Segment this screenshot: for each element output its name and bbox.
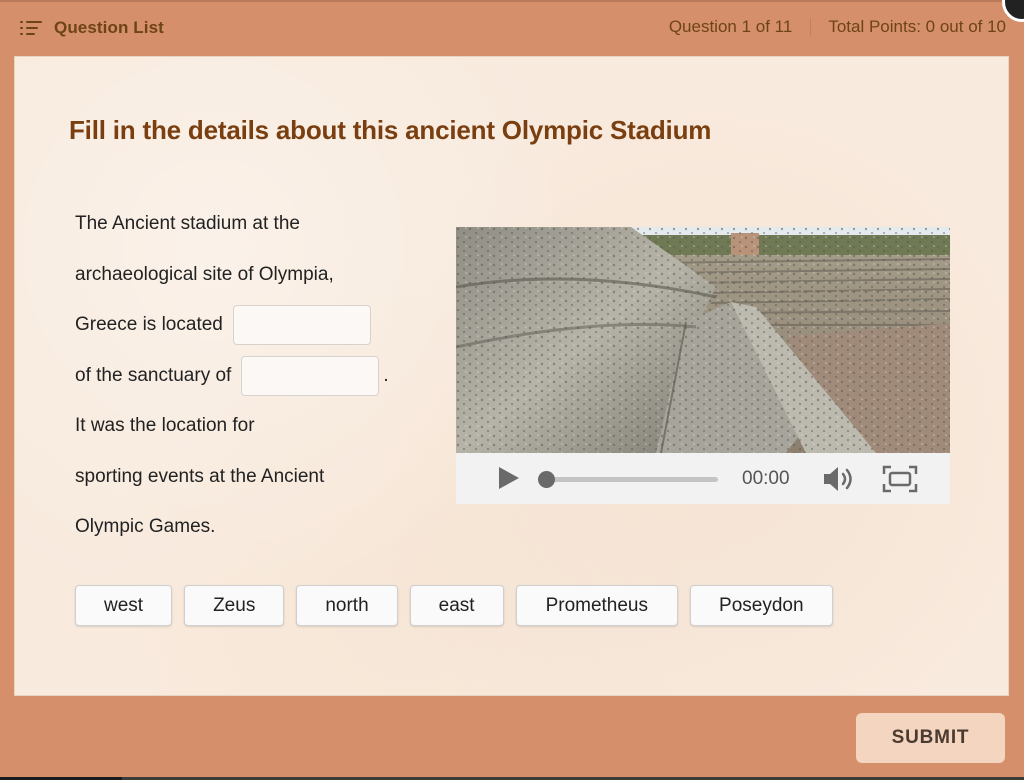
blank-drop-zone-1[interactable] [232, 305, 371, 346]
question-counter: Question 1 of 11 [668, 17, 793, 36]
fullscreen-icon[interactable] [882, 465, 918, 493]
question-panel: Fill in the details about this ancient O… [14, 56, 1009, 696]
passage-text: It was the location for [75, 415, 255, 437]
header-divider [810, 18, 812, 36]
stadium-video-frame[interactable] [456, 227, 950, 453]
video-controls: 00:00 [456, 453, 950, 504]
video-player: 00:00 [456, 227, 950, 504]
seek-handle[interactable] [538, 471, 555, 488]
blank-drop-zone-2[interactable] [241, 355, 380, 396]
quiz-header: Question List Question 1 of 11 Total Poi… [0, 0, 1024, 56]
progress-info: Question 1 of 11 Total Points: 0 out of … [669, 17, 1006, 37]
total-points: Total Points: 0 out of 10 [828, 17, 1006, 36]
question-title: Fill in the details about this ancient O… [69, 115, 712, 145]
question-passage: The Ancient stadium at the archaeologica… [75, 199, 435, 553]
question-list-button[interactable]: Question List [20, 16, 164, 40]
passage-text: sporting events at the Ancient [75, 465, 325, 487]
passage-text: Greece is located [75, 314, 223, 336]
passage-line: archaeological site of Olympia, [75, 250, 435, 301]
seek-slider[interactable] [538, 471, 718, 488]
passage-line: Greece is located [75, 300, 435, 351]
volume-icon[interactable] [822, 465, 854, 493]
answer-choices: west Zeus north east Prometheus Poseydon [75, 585, 845, 626]
choice-north[interactable]: north [296, 585, 398, 626]
passage-line: The Ancient stadium at the [75, 199, 435, 250]
list-icon [20, 20, 42, 36]
passage-text: Olympic Games. [75, 516, 216, 538]
time-display: 00:00 [742, 468, 790, 489]
choice-poseydon[interactable]: Poseydon [690, 585, 833, 626]
passage-text: The Ancient stadium at the [75, 213, 300, 235]
passage-line: sporting events at the Ancient [75, 452, 435, 503]
stadium-image [456, 227, 950, 453]
play-icon[interactable] [499, 467, 519, 489]
passage-text: archaeological site of Olympia, [75, 263, 334, 285]
passage-period: . [383, 364, 389, 386]
passage-line: Olympic Games. [75, 502, 435, 553]
submit-button[interactable]: SUBMIT [856, 713, 1005, 763]
passage-line: It was the location for [75, 401, 435, 452]
choice-zeus[interactable]: Zeus [184, 585, 285, 626]
choice-prometheus[interactable]: Prometheus [515, 585, 679, 626]
passage-text: of the sanctuary of [75, 364, 232, 386]
passage-line: of the sanctuary of . [75, 351, 435, 402]
question-list-label: Question List [54, 18, 164, 37]
choice-east[interactable]: east [409, 585, 504, 626]
choice-west[interactable]: west [75, 585, 173, 626]
